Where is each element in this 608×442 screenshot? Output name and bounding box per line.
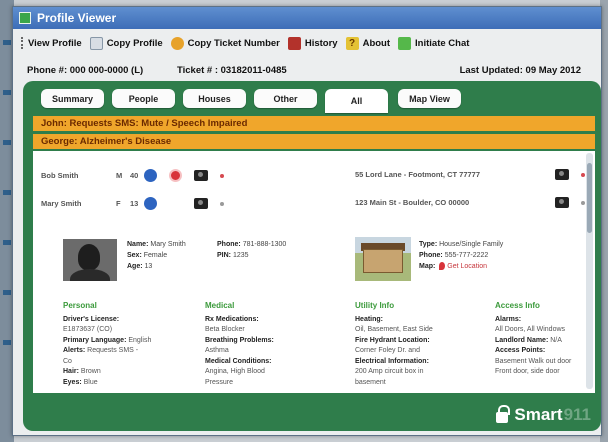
house-type: House/Single Family [439,241,504,248]
person-name: Bob Smith [41,171,79,180]
view-profile-button[interactable]: View Profile [28,38,82,49]
window-title: Profile Viewer [37,11,117,25]
map-pin-icon [439,262,446,271]
tab-houses[interactable]: Houses [183,89,246,108]
camera-icon[interactable] [194,198,208,209]
utility-heading: Utility Info [355,301,395,310]
initiate-chat-label: Initiate Chat [415,37,470,49]
address-row[interactable]: 55 Lord Lane - Footmont, CT 77777 [355,169,595,180]
house-detail: Type: House/Single Family Phone: 555-777… [419,241,504,271]
ticket-number: Ticket # : 03182011-0485 [177,64,287,76]
alert-banner-sms: John: Requests SMS: Mute / Speech Impair… [33,116,595,131]
person-sex: F [116,199,121,208]
house-photo [355,237,411,281]
copy-profile-label: Copy Profile [106,37,163,49]
personal-section: Personal Driver's License: E1873637 (CO)… [63,301,152,386]
title-bar[interactable]: Profile Viewer [13,7,601,29]
person-detail-right: Phone: 781-888-1300 PIN: 1235 [217,241,287,259]
person-row[interactable]: Mary Smith F 13 [41,197,224,210]
get-location-link[interactable]: Get Location [447,263,487,270]
brand-name: Smart [514,405,563,424]
chat-icon [398,36,412,50]
lock-icon [496,405,511,423]
copy-icon [89,36,103,50]
medical-star-icon [144,169,157,182]
access-section: Access Info Alarms: All Doors, All Windo… [495,301,595,378]
tab-other[interactable]: Other [254,89,317,108]
info-bar: Phone #: 000 000-0000 (L) Ticket # : 031… [27,62,587,78]
detail-sex: Female [143,252,168,259]
detail-name: Mary Smith [150,241,186,248]
history-icon [287,36,301,50]
about-button[interactable]: ? About [345,36,391,50]
alert-banner-medical: George: Alzheimer's Disease [33,134,595,149]
question-mark-icon: ? [345,36,359,50]
detail-age: 13 [144,263,153,270]
detail-pin: 1235 [232,252,249,259]
medical-star-icon [144,197,157,210]
profile-content: Bob Smith M 40 Mary Smith F 13 55 Lord L… [33,151,595,393]
smart911-logo: Smart 911 [496,405,591,425]
status-dot-icon [581,200,585,205]
brand-suffix: 911 [563,405,591,424]
access-heading: Access Info [495,301,540,310]
copy-ticket-label: Copy Ticket Number [187,37,280,49]
person-age: 13 [130,199,139,208]
copy-ticket-number-button[interactable]: Copy Ticket Number [170,36,280,50]
status-dot-icon [220,201,224,206]
person-row[interactable]: Bob Smith M 40 [41,169,224,182]
camera-icon[interactable] [555,169,569,180]
toolbar: View Profile Copy Profile Copy Ticket Nu… [13,33,601,53]
toolbar-grip-icon[interactable] [21,37,24,49]
house-phone: 555-777-2222 [444,252,489,259]
tab-bar: Summary People Houses Other All Map View [41,89,469,113]
initiate-chat-button[interactable]: Initiate Chat [398,36,470,50]
ticket-icon [170,36,184,50]
profile-viewer-window: Profile Viewer View Profile Copy Profile… [12,6,602,436]
tab-map-view[interactable]: Map View [398,89,461,108]
address-text: 123 Main St - Boulder, CO 00000 [355,198,470,207]
about-label: About [362,37,391,49]
personal-heading: Personal [63,301,97,310]
caller-phone-number: Phone #: 000 000-0000 (L) [27,64,144,76]
history-label: History [304,37,338,49]
medical-section: Medical Rx Medications: Beta Blocker Bre… [205,301,305,388]
tab-all[interactable]: All [325,89,388,113]
copy-profile-button[interactable]: Copy Profile [89,36,163,50]
camera-icon[interactable] [194,170,208,181]
app-icon [19,12,31,24]
person-name: Mary Smith [41,199,82,208]
person-sex: M [116,171,123,180]
status-dot-icon [581,172,585,177]
last-updated: Last Updated: 09 May 2012 [459,64,581,76]
scrollbar-thumb[interactable] [587,163,592,233]
tab-summary[interactable]: Summary [41,89,104,108]
camera-icon[interactable] [555,197,569,208]
status-dot-icon [220,173,224,178]
address-row[interactable]: 123 Main St - Boulder, CO 00000 [355,197,595,208]
detail-phone: 781-888-1300 [242,241,287,248]
no-entry-icon [169,169,182,182]
content-scrollbar[interactable] [586,153,593,389]
person-detail-left: Name: Mary Smith Sex: Female Age: 13 [127,241,186,270]
utility-section: Utility Info Heating: Oil, Basement, Eas… [355,301,475,388]
profile-panel: Summary People Houses Other All Map View… [23,81,601,431]
address-text: 55 Lord Lane - Footmont, CT 77777 [355,170,481,179]
person-photo-placeholder [63,239,117,281]
tab-people[interactable]: People [112,89,175,108]
person-age: 40 [130,171,139,180]
medical-heading: Medical [205,301,235,310]
history-button[interactable]: History [287,36,338,50]
view-profile-label: View Profile [28,37,82,49]
